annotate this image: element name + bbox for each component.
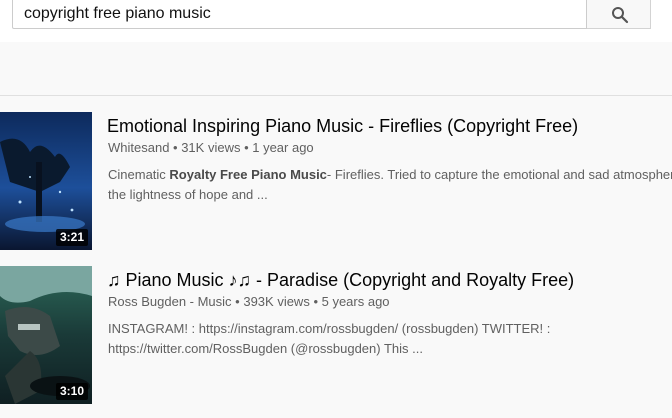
search-icon: [612, 7, 629, 24]
channel-name[interactable]: Ross Bugden - Music: [108, 294, 232, 309]
masthead: copyright free piano music: [0, 0, 672, 42]
description-line-2: the lightness of hope and ...: [108, 187, 268, 202]
upload-age: 5 years ago: [321, 294, 390, 309]
meta-separator: •: [309, 294, 322, 309]
upload-age: 1 year ago: [252, 140, 314, 155]
video-thumbnail-2[interactable]: 3:10: [0, 266, 92, 404]
description-highlight: Royalty Free Piano Music: [169, 167, 327, 182]
search-input[interactable]: copyright free piano music: [12, 0, 587, 29]
video-duration-badge: 3:10: [55, 383, 88, 400]
video-title-2[interactable]: ♫ Piano Music ♪♫ - Paradise (Copyright a…: [107, 269, 574, 291]
search-button[interactable]: [587, 0, 651, 29]
search-query-text: copyright free piano music: [24, 5, 211, 22]
meta-separator: •: [240, 140, 253, 155]
video-description-2: INSTAGRAM! : https://instagram.com/rossb…: [108, 319, 672, 359]
video-title-1[interactable]: Emotional Inspiring Piano Music - Firefl…: [107, 115, 578, 137]
video-description-1: Cinematic Royalty Free Piano Music- Fire…: [108, 165, 672, 205]
description-suffix: - Fireflies. Tried to capture the emotio…: [326, 167, 672, 182]
video-result-1: 3:21 Emotional Inspiring Piano Music - F…: [0, 112, 672, 252]
view-count: 31K views: [181, 140, 241, 155]
meta-separator: •: [169, 140, 182, 155]
video-result-2: 3:10 ♫ Piano Music ♪♫ - Paradise (Copyri…: [0, 266, 672, 406]
filter-divider: [0, 95, 672, 96]
description-line-1: INSTAGRAM! : https://instagram.com/rossb…: [108, 321, 551, 336]
video-meta-2: Ross Bugden - Music • 393K views • 5 yea…: [108, 294, 390, 310]
view-count: 393K views: [243, 294, 310, 309]
video-duration-badge: 3:21: [55, 229, 88, 246]
description-prefix: Cinematic: [108, 167, 170, 182]
channel-name[interactable]: Whitesand: [108, 140, 169, 155]
description-line-2: https://twitter.com/RossBugden (@rossbug…: [108, 341, 423, 356]
video-meta-1: Whitesand • 31K views • 1 year ago: [108, 140, 314, 156]
video-thumbnail-1[interactable]: 3:21: [0, 112, 92, 250]
meta-separator: •: [231, 294, 244, 309]
